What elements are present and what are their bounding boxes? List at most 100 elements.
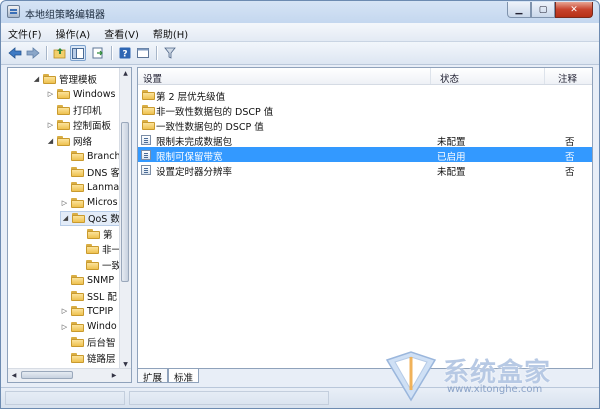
window-controls: ▁ ▢ ✕ bbox=[507, 2, 593, 19]
setting-state: 未配置 bbox=[437, 137, 466, 148]
menu-view[interactable]: 查看(V) bbox=[97, 23, 146, 41]
filter-button[interactable] bbox=[162, 45, 178, 61]
tree-item-label: Micros bbox=[87, 197, 118, 208]
tree-item-label: 打印机 bbox=[73, 105, 102, 117]
tree-item[interactable]: 链路层 bbox=[60, 350, 121, 365]
tab-extended[interactable]: 扩展 bbox=[137, 369, 169, 384]
properties-button[interactable] bbox=[135, 45, 151, 61]
list-row[interactable]: 设置定时器分辨率 未配置 否 bbox=[138, 162, 592, 178]
filter-icon bbox=[164, 47, 176, 59]
tree-item[interactable]: ▷ Windo bbox=[60, 319, 121, 334]
tree-item[interactable]: 打印机 bbox=[46, 102, 121, 117]
expand-icon[interactable]: ▷ bbox=[46, 90, 55, 98]
export-icon bbox=[92, 47, 103, 59]
tree-item[interactable]: ▷ 控制面板 bbox=[46, 118, 121, 133]
tree-item[interactable]: SNMP bbox=[60, 273, 121, 288]
menu-action[interactable]: 操作(A) bbox=[49, 23, 98, 41]
setting-name: 限制未完成数据包 bbox=[156, 137, 233, 148]
expand-icon[interactable]: ▷ bbox=[60, 199, 69, 207]
tree-vertical-scrollbar[interactable]: ▲ ▼ bbox=[119, 68, 131, 370]
scroll-thumb[interactable] bbox=[121, 122, 129, 282]
maximize-icon: ▢ bbox=[538, 4, 548, 15]
tree-item[interactable]: ◢ 管理模板 bbox=[32, 71, 121, 86]
tab-standard[interactable]: 标准 bbox=[168, 369, 200, 384]
forward-button[interactable] bbox=[25, 45, 41, 61]
title-bar: 本地组策略编辑器 ▁ ▢ ✕ bbox=[1, 1, 599, 23]
folder-icon bbox=[71, 182, 84, 192]
setting-note: 否 bbox=[565, 167, 575, 178]
scroll-thumb[interactable] bbox=[21, 371, 73, 379]
list-row[interactable]: 第 2 层优先级值 bbox=[138, 87, 592, 103]
list-row[interactable]: 一致性数据包的 DSCP 值 bbox=[138, 117, 592, 133]
scroll-right-icon[interactable]: ▶ bbox=[108, 369, 120, 382]
folder-icon bbox=[72, 213, 85, 223]
maximize-button[interactable]: ▢ bbox=[531, 2, 555, 18]
folder-icon bbox=[142, 90, 155, 100]
tree-item[interactable]: Lanma bbox=[60, 180, 121, 195]
tree-item[interactable]: ▷ Windows bbox=[46, 87, 121, 102]
folder-icon bbox=[43, 73, 56, 84]
export-list-button[interactable] bbox=[90, 45, 106, 61]
tree-item-label: SSL 配 bbox=[87, 291, 117, 303]
properties-icon bbox=[137, 48, 149, 58]
column-header-note[interactable]: 注释 bbox=[558, 71, 577, 85]
list-row[interactable]: 非一致性数据包的 DSCP 值 bbox=[138, 102, 592, 118]
scroll-left-icon[interactable]: ◀ bbox=[8, 369, 20, 382]
tree-item[interactable]: ◢ QoS 数 bbox=[60, 210, 121, 226]
column-divider[interactable] bbox=[430, 68, 431, 84]
policy-setting-icon bbox=[141, 165, 151, 175]
folder-icon bbox=[71, 151, 84, 161]
tree-item[interactable]: ▷ Micros bbox=[60, 195, 121, 210]
policy-editor-icon bbox=[7, 5, 20, 18]
column-divider[interactable] bbox=[544, 68, 545, 84]
column-header-state[interactable]: 状态 bbox=[440, 71, 459, 85]
site-watermark: 系统盒家 www.xitonghe.com bbox=[381, 348, 591, 404]
up-level-button[interactable] bbox=[52, 45, 68, 61]
collapse-icon[interactable]: ◢ bbox=[32, 75, 41, 83]
tree-item-label: QoS 数 bbox=[88, 214, 120, 225]
help-button[interactable]: ? bbox=[117, 45, 133, 61]
collapse-icon[interactable]: ◢ bbox=[61, 214, 70, 222]
list-row[interactable]: 限制未完成数据包 未配置 否 bbox=[138, 132, 592, 148]
tree-item[interactable]: ▷ TCPIP bbox=[60, 304, 121, 319]
expand-icon[interactable]: ▷ bbox=[60, 307, 69, 315]
minimize-button[interactable]: ▁ bbox=[507, 2, 531, 18]
menu-file[interactable]: 文件(F) bbox=[1, 23, 49, 41]
tree-item[interactable]: DNS 客 bbox=[60, 164, 121, 179]
back-button[interactable] bbox=[7, 45, 23, 61]
show-hide-tree-button[interactable] bbox=[70, 45, 86, 61]
setting-name: 设置定时器分辨率 bbox=[156, 167, 233, 178]
tree-item[interactable]: 一致 bbox=[76, 257, 121, 272]
folder-icon bbox=[71, 352, 84, 363]
tree-item[interactable]: Branch bbox=[60, 149, 121, 164]
expand-icon[interactable]: ▷ bbox=[60, 323, 69, 331]
menu-help[interactable]: 帮助(H) bbox=[146, 23, 195, 41]
tree-item[interactable]: SSL 配 bbox=[60, 288, 121, 303]
close-button[interactable]: ✕ bbox=[555, 2, 593, 18]
collapse-icon[interactable]: ◢ bbox=[46, 137, 55, 145]
watermark-logo-icon bbox=[385, 351, 437, 402]
tree-item[interactable]: 第 bbox=[76, 226, 121, 241]
setting-note: 否 bbox=[565, 137, 575, 148]
folder-icon bbox=[57, 120, 70, 130]
setting-name: 非一致性数据包的 DSCP 值 bbox=[156, 107, 274, 118]
tree-item-label: 第 bbox=[103, 229, 113, 241]
window-title: 本地组策略编辑器 bbox=[25, 10, 105, 21]
scroll-up-icon[interactable]: ▲ bbox=[120, 68, 131, 79]
tree-item[interactable]: 后台智 bbox=[60, 335, 121, 350]
toolbar-separator bbox=[46, 46, 47, 60]
list-row[interactable]: 限制可保留带宽 已启用 否 bbox=[138, 147, 592, 163]
tree-item[interactable]: ◢ 网络 bbox=[46, 133, 121, 148]
folder-icon bbox=[85, 244, 99, 254]
tree-horizontal-scrollbar[interactable]: ◀ ▶ bbox=[8, 368, 131, 382]
expand-icon[interactable]: ▷ bbox=[46, 121, 55, 129]
setting-note: 否 bbox=[565, 152, 575, 163]
folder-icon bbox=[57, 104, 70, 115]
tree-item[interactable]: 非一 bbox=[76, 242, 121, 257]
folder-icon bbox=[71, 306, 84, 316]
toolbar-separator bbox=[156, 46, 157, 60]
folder-icon bbox=[71, 337, 84, 347]
column-header-setting[interactable]: 设置 bbox=[143, 71, 162, 85]
console-tree-icon bbox=[72, 47, 84, 59]
folder-icon bbox=[71, 290, 84, 301]
